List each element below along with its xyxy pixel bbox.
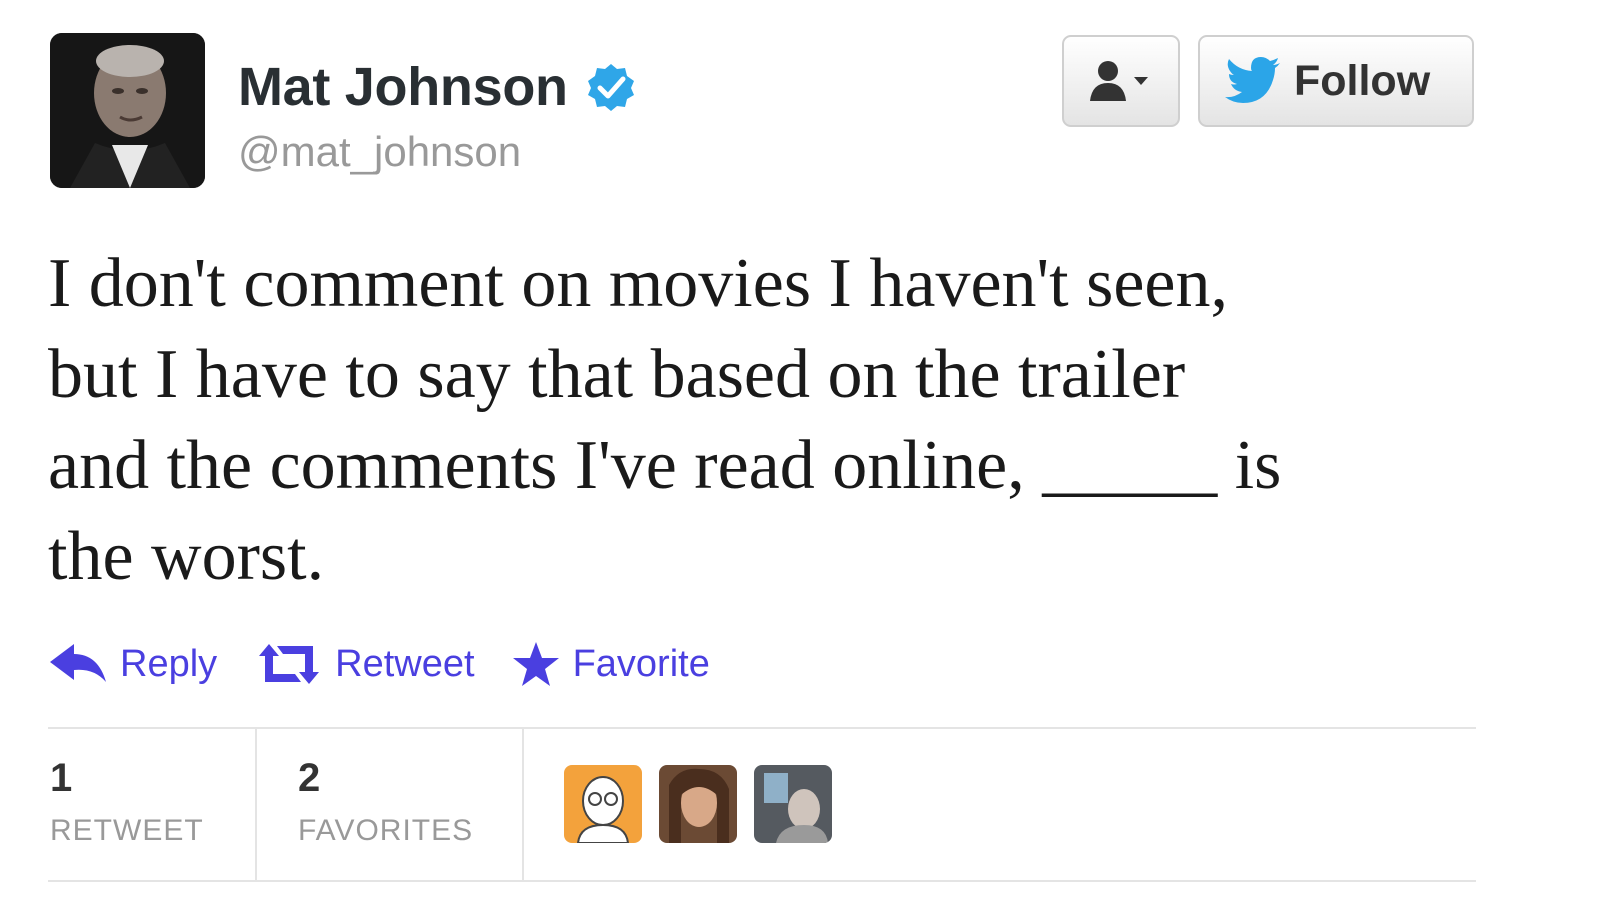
favoriter-avatar[interactable] xyxy=(754,765,832,843)
retweet-stat[interactable]: 1 RETWEET xyxy=(50,752,204,848)
stats-divider-bottom xyxy=(48,880,1476,882)
tweet-actions: Reply Retweet Favorite xyxy=(48,636,710,692)
favorites-count: 2 xyxy=(298,756,321,800)
tweet-line: but I have to say that based on the trai… xyxy=(48,336,1186,413)
retweet-icon xyxy=(259,644,320,684)
favoriter-avatar[interactable] xyxy=(564,765,642,843)
user-handle[interactable]: @mat_johnson xyxy=(238,128,521,176)
user-dropdown-icon xyxy=(1090,61,1148,101)
star-icon xyxy=(512,642,559,686)
tweet-line: I don't comment on movies I haven't seen… xyxy=(48,245,1228,322)
verified-badge-icon xyxy=(586,62,636,112)
profile-photo xyxy=(50,33,205,188)
retweet-label: Retweet xyxy=(335,642,475,685)
user-actions-button[interactable] xyxy=(1062,35,1180,127)
stats-separator xyxy=(255,729,257,880)
follow-button[interactable]: Follow xyxy=(1198,35,1474,127)
reply-button[interactable]: Reply xyxy=(48,642,217,686)
favorites-count-label: FAVORITES xyxy=(298,814,474,847)
name-row: Mat Johnson xyxy=(238,56,636,118)
tweet-text: I don't comment on movies I haven't seen… xyxy=(48,238,1508,602)
follow-label: Follow xyxy=(1294,56,1431,105)
tweet-line: the worst. xyxy=(48,518,325,595)
favorite-button[interactable]: Favorite xyxy=(511,640,710,688)
stats-divider-top xyxy=(48,727,1476,729)
profile-avatar[interactable] xyxy=(50,33,205,188)
reply-label: Reply xyxy=(120,642,218,685)
display-name[interactable]: Mat Johnson xyxy=(238,56,568,118)
favorites-stat[interactable]: 2 FAVORITES xyxy=(298,752,473,848)
retweet-button[interactable]: Retweet xyxy=(255,642,475,686)
favorite-label: Favorite xyxy=(572,642,710,685)
stats-separator xyxy=(522,729,524,880)
reply-arrow-icon xyxy=(50,644,106,682)
retweet-count: 1 xyxy=(50,756,73,800)
photo-avatar-image xyxy=(754,765,832,843)
retweet-count-label: RETWEET xyxy=(50,814,204,847)
cartoon-avatar-image xyxy=(564,765,642,843)
tweet-line: and the comments I've read online, _____… xyxy=(48,427,1282,504)
favoriter-avatar[interactable] xyxy=(659,765,737,843)
photo-avatar-image xyxy=(659,765,737,843)
favoriter-avatars xyxy=(564,765,849,843)
twitter-bird-icon xyxy=(1225,57,1280,103)
